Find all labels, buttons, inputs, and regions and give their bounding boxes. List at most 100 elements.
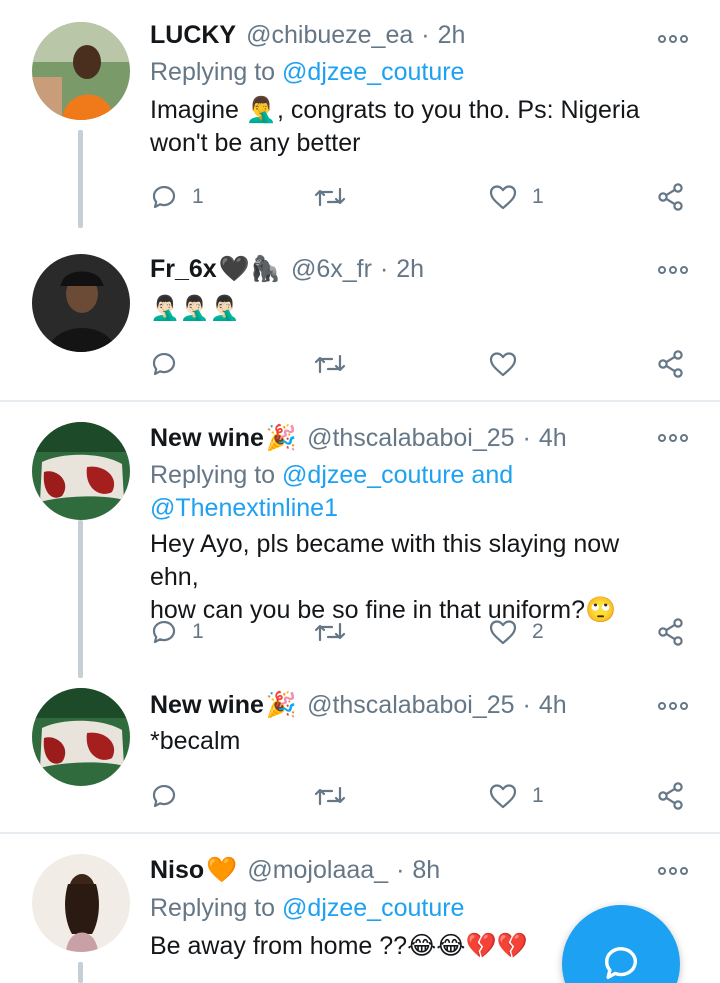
tweet-header: New wine 🎉 @thscalababoi_25 · 4h	[150, 688, 567, 722]
compose-reply-button[interactable]	[562, 905, 680, 983]
reply-icon	[150, 183, 178, 211]
like-count: 2	[532, 620, 544, 643]
tweet-text-line: 🤦🏻‍♂️🤦🏻‍♂️🤦🏻‍♂️	[150, 295, 240, 322]
replying-to-label: Replying to	[150, 58, 283, 86]
more-icon[interactable]	[658, 866, 688, 876]
tweet-header: New wine 🎉 @thscalababoi_25 · 4h	[150, 421, 567, 455]
timestamp[interactable]: 8h	[412, 856, 440, 885]
display-name[interactable]: New wine	[150, 691, 264, 720]
user-handle[interactable]: @thscalababoi_25	[307, 691, 514, 720]
tweet-text: Imagine 🤦‍♂️, congrats to you tho. Ps: N…	[150, 94, 670, 160]
like-icon	[488, 350, 518, 378]
timestamp[interactable]: 4h	[539, 424, 567, 453]
more-icon[interactable]	[658, 701, 688, 711]
timestamp[interactable]: 4h	[539, 691, 567, 720]
compose-reply-icon	[605, 947, 637, 979]
separator-dot: ·	[379, 254, 389, 283]
user-handle[interactable]: @chibueze_ea	[246, 21, 413, 50]
tweet-text-line: Hey Ayo, pls became with this slaying no…	[150, 530, 620, 591]
separator-dot: ·	[522, 690, 531, 719]
retweet-icon	[314, 183, 346, 211]
display-name[interactable]: LUCKY	[150, 21, 236, 50]
retweet-button[interactable]	[314, 347, 360, 381]
name-emoji: 🎉	[265, 423, 298, 452]
timestamp[interactable]: 2h	[438, 21, 466, 50]
tweet-actions	[150, 347, 690, 381]
reply-button[interactable]	[150, 347, 192, 381]
share-icon	[656, 617, 686, 647]
retweet-button[interactable]	[314, 615, 360, 649]
replying-to-label: Replying to	[150, 461, 283, 489]
timestamp[interactable]: 2h	[396, 255, 424, 284]
reply-icon	[150, 350, 178, 378]
tweet-actions: 1 1	[150, 180, 690, 214]
like-count: 1	[532, 784, 544, 807]
replying-to: Replying to @djzee_couture	[150, 55, 464, 89]
share-icon	[656, 182, 686, 212]
like-button[interactable]: 1	[488, 779, 544, 813]
like-button[interactable]: 1	[488, 180, 544, 214]
mention-link[interactable]: @djzee_couture	[282, 894, 464, 922]
reply-button[interactable]: 1	[150, 615, 204, 649]
mention-link[interactable]: @Thenextinline1	[150, 494, 338, 522]
user-handle[interactable]: @thscalababoi_25	[307, 424, 514, 453]
name-emoji: 🧡	[206, 855, 238, 884]
tweet-text-line: Imagine 🤦‍♂️, congrats to you tho. Ps: N…	[150, 96, 640, 124]
retweet-icon	[314, 350, 346, 378]
divider	[0, 832, 720, 834]
display-name[interactable]: Fr_6x	[150, 255, 217, 284]
share-button[interactable]	[656, 779, 686, 813]
share-button[interactable]	[656, 347, 686, 381]
reply-button[interactable]	[150, 779, 192, 813]
separator-dot: ·	[522, 423, 531, 452]
reply-button[interactable]: 1	[150, 180, 204, 214]
reply-count: 1	[192, 185, 204, 208]
tweet-header: Fr_6x 🖤🦍 @6x_fr · 2h	[150, 252, 424, 286]
avatar[interactable]	[32, 688, 130, 786]
user-handle[interactable]: @mojolaaa_	[247, 856, 388, 885]
reply-count: 1	[192, 620, 204, 643]
more-icon[interactable]	[658, 265, 688, 275]
retweet-button[interactable]	[314, 779, 360, 813]
retweet-icon	[314, 618, 346, 646]
tweet-header: Niso 🧡 @mojolaaa_ · 8h	[150, 853, 440, 887]
share-button[interactable]	[656, 615, 686, 649]
separator-dot: ·	[421, 20, 430, 49]
tweet-text: 🤦🏻‍♂️🤦🏻‍♂️🤦🏻‍♂️	[150, 292, 670, 325]
tweet-text: *becalm	[150, 725, 670, 758]
thread-line	[78, 962, 83, 983]
tweet-text-line: won't be any better	[150, 129, 361, 157]
user-handle[interactable]: @6x_fr	[291, 255, 372, 284]
avatar[interactable]	[32, 854, 130, 952]
share-icon	[656, 349, 686, 379]
separator-dot: ·	[396, 855, 405, 884]
like-icon	[488, 183, 518, 211]
share-button[interactable]	[656, 180, 686, 214]
replying-to: Replying to @djzee_couture and	[150, 458, 513, 492]
divider	[0, 400, 720, 402]
thread-line	[78, 520, 83, 678]
more-icon[interactable]	[658, 34, 688, 44]
reply-icon	[150, 782, 178, 810]
avatar[interactable]	[32, 422, 130, 520]
more-icon[interactable]	[658, 433, 688, 443]
name-emoji: 🎉	[265, 690, 298, 719]
display-name[interactable]: Niso	[150, 856, 204, 885]
tweet-actions: 1	[150, 779, 690, 813]
tweet-text-line: *becalm	[150, 727, 241, 755]
display-name[interactable]: New wine	[150, 424, 264, 453]
like-button[interactable]: 2	[488, 615, 544, 649]
mention-link[interactable]: @djzee_couture and	[282, 461, 513, 489]
retweet-button[interactable]	[314, 180, 360, 214]
tweet-actions: 1 2	[150, 615, 690, 649]
name-emoji: 🖤🦍	[218, 254, 281, 283]
avatar[interactable]	[32, 254, 130, 352]
replying-to-label: Replying to	[150, 894, 283, 922]
reply-icon	[150, 618, 178, 646]
thread-line	[78, 130, 83, 228]
replying-to-continued: @Thenextinline1	[150, 491, 338, 525]
mention-link[interactable]: @djzee_couture	[282, 58, 464, 86]
like-icon	[488, 782, 518, 810]
avatar[interactable]	[32, 22, 130, 120]
like-button[interactable]	[488, 347, 532, 381]
